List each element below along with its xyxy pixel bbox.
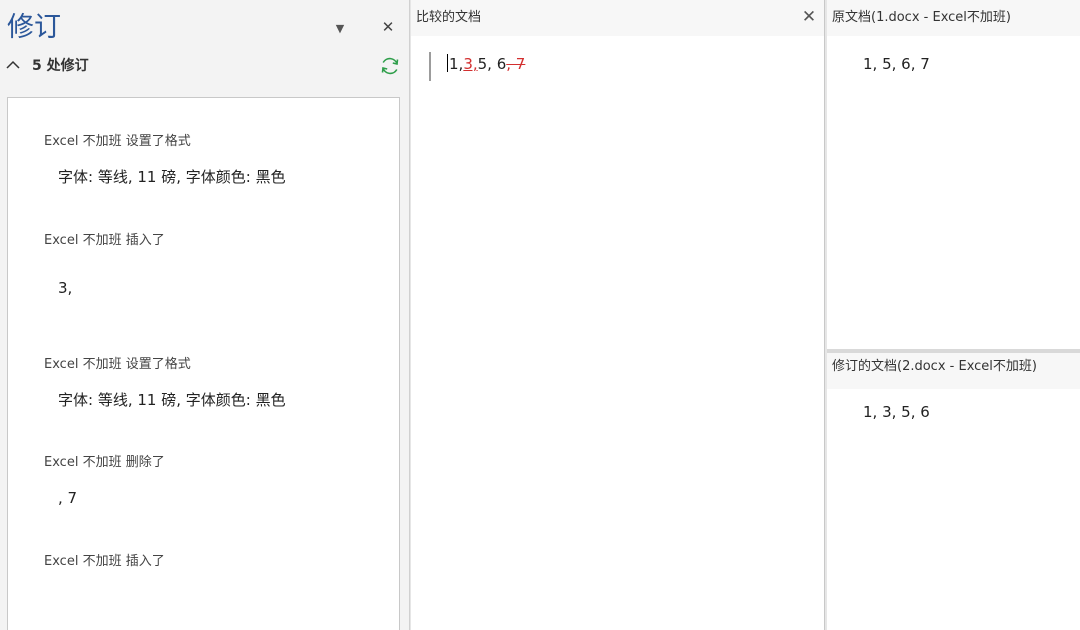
refresh-icon[interactable]: [379, 55, 401, 77]
revised-document-title: 修订的文档(2.docx - Excel不加班): [832, 359, 1037, 374]
revisions-pane: 修订 ▼ ✕ 5 处修订 Excel 不加班 设置了格式 字体: 等线, 11 …: [0, 0, 410, 630]
revised-document-header: 修订的文档(2.docx - Excel不加班): [827, 353, 1080, 389]
dropdown-arrow-icon[interactable]: ▼: [333, 22, 347, 36]
compared-document-header: 比较的文档 ✕: [411, 0, 824, 36]
compared-document-title: 比较的文档: [416, 10, 482, 25]
text-caret: [447, 54, 448, 72]
revision-list: Excel 不加班 设置了格式 字体: 等线, 11 磅, 字体颜色: 黑色 E…: [7, 97, 400, 630]
revision-item[interactable]: Excel 不加班 插入了: [44, 553, 393, 571]
unchanged-text: 1,: [449, 55, 464, 73]
revision-item[interactable]: Excel 不加班 设置了格式 字体: 等线, 11 磅, 字体颜色: 黑色: [44, 356, 393, 409]
close-icon[interactable]: ✕: [801, 7, 817, 27]
revision-author-action: Excel 不加班 设置了格式: [44, 134, 191, 149]
revision-detail: , 7: [58, 489, 78, 507]
original-document-header: 原文档(1.docx - Excel不加班): [827, 0, 1080, 36]
revised-document-pane: 修订的文档(2.docx - Excel不加班) 1, 3, 5, 6: [827, 353, 1080, 630]
deleted-text: , 7: [506, 55, 526, 73]
revision-author-action: Excel 不加班 设置了格式: [44, 357, 191, 372]
unchanged-text: 5, 6: [477, 55, 507, 73]
compared-document-text[interactable]: 1, 3, 5, 6, 7: [447, 53, 525, 75]
revision-item[interactable]: Excel 不加班 设置了格式 字体: 等线, 11 磅, 字体颜色: 黑色: [44, 133, 393, 186]
original-document-title: 原文档(1.docx - Excel不加班): [832, 10, 1011, 25]
revision-author-action: Excel 不加班 插入了: [44, 233, 165, 248]
revision-item[interactable]: Excel 不加班 删除了 , 7: [44, 454, 393, 507]
original-document-pane: 原文档(1.docx - Excel不加班) 1, 5, 6, 7: [827, 0, 1080, 349]
compared-document-pane: 比较的文档 ✕ 1, 3, 5, 6, 7: [411, 0, 825, 630]
revision-detail: 字体: 等线, 11 磅, 字体颜色: 黑色: [58, 391, 286, 409]
revisions-pane-title: 修订: [7, 12, 61, 43]
revision-item[interactable]: Excel 不加班 插入了 3,: [44, 232, 393, 297]
revision-detail: 字体: 等线, 11 磅, 字体颜色: 黑色: [58, 168, 286, 186]
inserted-text: 3,: [463, 55, 478, 73]
revision-author-action: Excel 不加班 删除了: [44, 455, 165, 470]
revision-count: 5 处修订: [32, 58, 89, 74]
change-bar: [429, 52, 431, 81]
original-document-text[interactable]: 1, 5, 6, 7: [863, 53, 930, 75]
revised-document-text[interactable]: 1, 3, 5, 6: [863, 401, 930, 423]
revision-author-action: Excel 不加班 插入了: [44, 554, 165, 569]
revision-detail: 3,: [58, 279, 73, 297]
close-icon[interactable]: ✕: [380, 18, 396, 36]
chevron-up-icon[interactable]: [4, 56, 22, 74]
